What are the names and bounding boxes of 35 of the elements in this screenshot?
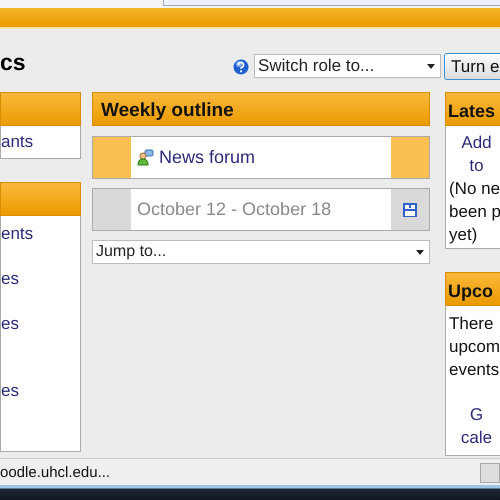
course-title: cs <box>0 49 26 76</box>
jump-select[interactable]: Jump to... <box>92 240 430 264</box>
block-link[interactable]: ents <box>1 222 80 267</box>
forum-icon <box>137 149 154 166</box>
block-link[interactable]: to <box>446 154 500 177</box>
block-link[interactable]: es <box>1 379 80 424</box>
block-text: events <box>448 359 500 381</box>
block-title: Upco <box>448 280 494 303</box>
section-strip <box>391 137 429 178</box>
help-icon[interactable] <box>233 59 249 75</box>
block-title: Lates <box>448 100 496 123</box>
address-field[interactable] <box>163 0 500 6</box>
role-select[interactable]: Switch role to... <box>254 54 441 78</box>
save-icon[interactable] <box>402 202 418 218</box>
block-header: Weekly outline <box>92 92 430 126</box>
block-text: yet) <box>448 224 478 246</box>
forum-link[interactable]: News forum <box>159 147 256 168</box>
caret-icon <box>427 64 435 69</box>
status-text: oodle.uhcl.edu... <box>0 464 110 481</box>
block-link[interactable]: G <box>446 403 500 426</box>
block-link[interactable]: es <box>1 312 80 357</box>
caret-icon <box>416 250 424 255</box>
week-dates: October 12 - October 18 <box>137 199 332 220</box>
section-strip <box>93 189 131 230</box>
block-text: upcom <box>448 336 500 358</box>
status-panel <box>480 463 500 483</box>
block-link[interactable]: ants <box>1 132 34 152</box>
block-text: (No ne <box>448 178 500 200</box>
block-text: been p <box>448 201 500 223</box>
block-link[interactable]: es <box>1 267 80 312</box>
block-link[interactable]: cale <box>446 426 500 449</box>
block-link[interactable]: Add <box>446 131 500 154</box>
section-strip <box>93 137 131 178</box>
edit-button[interactable]: Turn e <box>444 53 500 80</box>
block-text: There <box>448 313 494 335</box>
